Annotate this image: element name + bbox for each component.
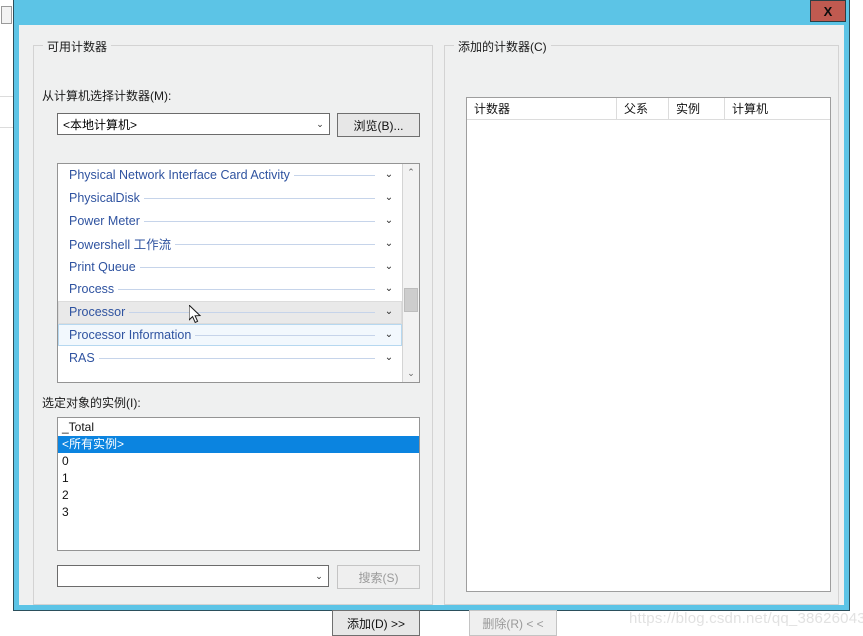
- added-counters-column-header[interactable]: 实例: [669, 98, 725, 119]
- instances-label: 选定对象的实例(I):: [42, 396, 141, 410]
- instances-list[interactable]: _Total <所有实例> 0 1 2 3: [57, 417, 420, 551]
- added-counters-legend: 添加的计数器(C): [454, 38, 551, 55]
- instance-list-item[interactable]: 0: [58, 453, 419, 470]
- chevron-down-icon[interactable]: ⌄: [379, 170, 399, 181]
- counter-item-label: Power Meter: [69, 213, 144, 228]
- counter-item-label: Process: [69, 282, 119, 297]
- background-window-panel: [0, 96, 13, 128]
- chevron-down-icon[interactable]: ⌄: [379, 352, 399, 363]
- counter-tree-item[interactable]: Processor ⌄: [58, 300, 402, 324]
- chevron-down-icon[interactable]: ⌄: [379, 193, 399, 204]
- computer-select-combo[interactable]: <本地计算机> ⌄: [57, 113, 330, 135]
- add-counter-button[interactable]: 添加(D) >>: [332, 610, 420, 636]
- counters-tree-container: Physical Network Interface Card Activity…: [57, 163, 420, 383]
- added-counters-column-header[interactable]: 计算机: [725, 98, 830, 119]
- scrollbar-thumb[interactable]: [404, 288, 418, 312]
- counter-tree-item[interactable]: Processor Information ⌄: [58, 323, 402, 347]
- background-window-control: [1, 6, 12, 24]
- add-counters-dialog: X 可用计数器 从计算机选择计数器(M): <本地计算机> ⌄ 浏览(B)...…: [13, 0, 863, 636]
- dialog-titlebar[interactable]: X: [14, 0, 849, 25]
- browse-button[interactable]: 浏览(B)...: [337, 113, 420, 137]
- counter-row-rule: [69, 357, 375, 359]
- chevron-down-icon[interactable]: ⌄: [379, 284, 399, 295]
- added-counters-body[interactable]: [467, 120, 830, 591]
- background-window[interactable]: [0, 0, 14, 611]
- counter-item-label: Print Queue: [69, 259, 140, 274]
- counter-item-label: Processor Information: [69, 327, 196, 342]
- instance-list-item[interactable]: 2: [58, 487, 419, 504]
- counters-tree-list[interactable]: Physical Network Interface Card Activity…: [58, 164, 402, 382]
- instance-list-item[interactable]: 1: [58, 470, 419, 487]
- available-counters-legend: 可用计数器: [43, 38, 112, 55]
- select-from-computer-label: 从计算机选择计数器(M):: [42, 89, 172, 103]
- counter-tree-item[interactable]: Power Meter ⌄: [58, 210, 402, 233]
- chevron-down-icon[interactable]: ⌄: [379, 215, 399, 226]
- counter-tree-item[interactable]: RAS ⌄: [58, 346, 402, 369]
- chevron-down-icon: ⌄: [315, 570, 323, 581]
- counter-tree-item[interactable]: PhysicalDisk ⌄: [58, 187, 402, 210]
- added-counters-table[interactable]: 计数器 父系 实例 计算机: [466, 97, 831, 592]
- search-button[interactable]: 搜索(S): [337, 565, 420, 589]
- counters-scrollbar[interactable]: ⌃ ⌄: [402, 164, 419, 382]
- search-input-combo[interactable]: ⌄: [57, 565, 329, 587]
- chevron-down-icon[interactable]: ⌄: [379, 261, 399, 272]
- scroll-up-icon[interactable]: ⌃: [403, 164, 419, 181]
- chevron-down-icon[interactable]: ⌄: [379, 307, 399, 318]
- added-counters-column-header[interactable]: 计数器: [467, 98, 617, 119]
- added-counters-header-row: 计数器 父系 实例 计算机: [467, 98, 830, 120]
- watermark-text: https://blog.csdn.net/qq_38626043: [629, 610, 863, 627]
- dialog-body: 可用计数器 从计算机选择计数器(M): <本地计算机> ⌄ 浏览(B)... P…: [14, 25, 863, 636]
- chevron-down-icon: ⌄: [316, 118, 324, 129]
- counter-item-label: Physical Network Interface Card Activity: [69, 168, 294, 183]
- counter-tree-item[interactable]: Physical Network Interface Card Activity…: [58, 164, 402, 187]
- added-counters-column-header[interactable]: 父系: [617, 98, 669, 119]
- chevron-down-icon[interactable]: ⌄: [379, 238, 399, 249]
- chevron-down-icon[interactable]: ⌄: [379, 329, 399, 340]
- instance-list-item[interactable]: 3: [58, 504, 419, 521]
- counter-tree-item[interactable]: Powershell 工作流 ⌄: [58, 232, 402, 255]
- computer-select-value: <本地计算机>: [63, 117, 138, 132]
- counter-item-label: RAS: [69, 350, 99, 365]
- scroll-down-icon[interactable]: ⌄: [403, 365, 419, 382]
- counter-item-label: PhysicalDisk: [69, 191, 144, 206]
- counter-item-label: Powershell 工作流: [69, 234, 176, 254]
- instance-list-item[interactable]: _Total: [58, 419, 419, 436]
- remove-counter-button[interactable]: 删除(R) < <: [469, 610, 557, 636]
- counter-tree-item[interactable]: Print Queue ⌄: [58, 255, 402, 278]
- instance-list-item[interactable]: <所有实例>: [58, 436, 419, 453]
- counter-tree-item[interactable]: Process ⌄: [58, 278, 402, 301]
- close-icon[interactable]: X: [810, 0, 846, 22]
- counter-item-label: Processor: [69, 305, 130, 320]
